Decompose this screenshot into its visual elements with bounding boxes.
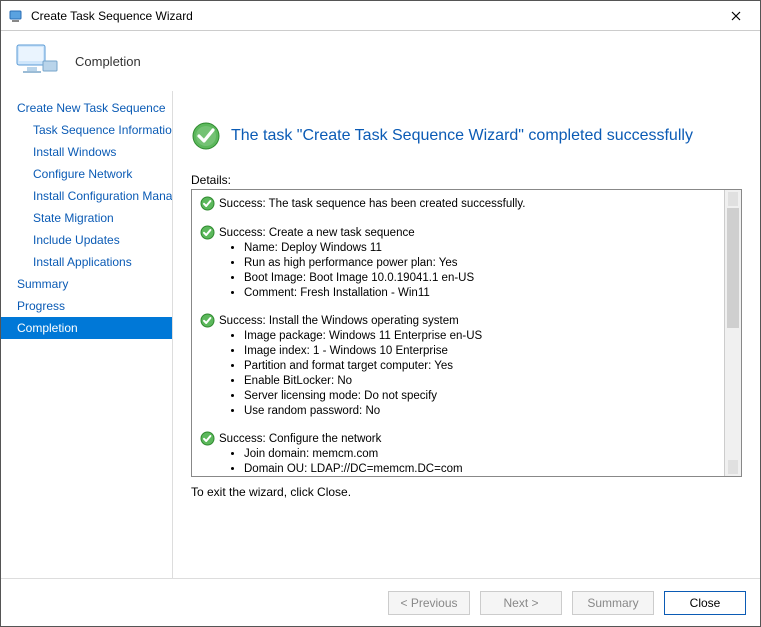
details-label: Details:: [191, 173, 742, 187]
summary-button[interactable]: Summary: [572, 591, 654, 615]
details-content: Success: The task sequence has been crea…: [192, 190, 724, 476]
sidebar-step[interactable]: Task Sequence Information: [1, 119, 172, 141]
details-scrollbar[interactable]: [724, 190, 741, 476]
sidebar-step[interactable]: Install Windows: [1, 141, 172, 163]
wizard-body: Create New Task SequenceTask Sequence In…: [1, 91, 760, 578]
details-block-items: Image package: Windows 11 Enterprise en-…: [200, 329, 720, 419]
details-block-title: Success: Install the Windows operating s…: [219, 315, 459, 327]
details-item: Image index: 1 - Windows 10 Enterprise: [244, 344, 720, 359]
details-item: Partition and format target computer: Ye…: [244, 359, 720, 374]
completion-header-icon: [13, 41, 61, 81]
sidebar-step[interactable]: Install Applications: [1, 251, 172, 273]
titlebar: Create Task Sequence Wizard: [1, 1, 760, 31]
details-item: Join domain: memcm.com: [244, 447, 720, 462]
details-item: Image package: Windows 11 Enterprise en-…: [244, 329, 720, 344]
sidebar-step[interactable]: State Migration: [1, 207, 172, 229]
success-check-icon: [191, 121, 221, 151]
details-block-items: Join domain: memcm.comDomain OU: LDAP://…: [200, 447, 720, 476]
close-icon: [731, 11, 741, 21]
sidebar-step[interactable]: Summary: [1, 273, 172, 295]
app-icon: [9, 8, 25, 24]
sidebar-step[interactable]: Progress: [1, 295, 172, 317]
next-button[interactable]: Next >: [480, 591, 562, 615]
sidebar-step[interactable]: Completion: [1, 317, 172, 339]
details-block-title: Success: Configure the network: [219, 433, 381, 445]
wizard-footer: < Previous Next > Summary Close: [1, 578, 760, 626]
wizard-header: Completion: [1, 31, 760, 91]
window-close-button[interactable]: [716, 2, 756, 30]
page-title: Completion: [75, 54, 141, 69]
details-item: Run as high performance power plan: Yes: [244, 256, 720, 271]
success-check-icon: [200, 196, 215, 211]
details-item: Boot Image: Boot Image 10.0.19041.1 en-U…: [244, 271, 720, 286]
success-check-icon: [200, 431, 215, 446]
completion-heading: The task "Create Task Sequence Wizard" c…: [231, 127, 693, 145]
success-check-icon: [200, 225, 215, 240]
success-check-icon: [200, 313, 215, 328]
window-title: Create Task Sequence Wizard: [31, 9, 716, 23]
details-block-items: Name: Deploy Windows 11Run as high perfo…: [200, 241, 720, 301]
scrollbar-thumb[interactable]: [727, 208, 739, 328]
details-block-title: Success: The task sequence has been crea…: [219, 198, 525, 210]
sidebar-steps: Create New Task SequenceTask Sequence In…: [1, 91, 173, 578]
details-item: Name: Deploy Windows 11: [244, 241, 720, 256]
completion-heading-row: The task "Create Task Sequence Wizard" c…: [191, 121, 742, 151]
close-button[interactable]: Close: [664, 591, 746, 615]
exit-hint-text: To exit the wizard, click Close.: [191, 485, 742, 499]
details-item: Server licensing mode: Do not specify: [244, 389, 720, 404]
details-item: Comment: Fresh Installation - Win11: [244, 286, 720, 301]
details-block: Success: Create a new task sequence Name:…: [200, 225, 720, 301]
sidebar-step[interactable]: Configure Network: [1, 163, 172, 185]
sidebar-step[interactable]: Create New Task Sequence: [1, 97, 172, 119]
details-block-title: Success: Create a new task sequence: [219, 227, 415, 239]
details-block: Success: Install the Windows operating s…: [200, 313, 720, 419]
sidebar-step[interactable]: Install Configuration Manager: [1, 185, 172, 207]
previous-button[interactable]: < Previous: [388, 591, 470, 615]
details-item: Use random password: No: [244, 404, 720, 419]
details-block: Success: Configure the network Join domai…: [200, 431, 720, 476]
details-item: Domain OU: LDAP://DC=memcm.DC=com: [244, 462, 720, 476]
details-item: Enable BitLocker: No: [244, 374, 720, 389]
sidebar-step[interactable]: Include Updates: [1, 229, 172, 251]
wizard-window: Create Task Sequence Wizard Completion C…: [0, 0, 761, 627]
content-panel: The task "Create Task Sequence Wizard" c…: [173, 91, 760, 578]
details-box: Success: The task sequence has been crea…: [191, 189, 742, 477]
details-block: Success: The task sequence has been crea…: [200, 196, 720, 211]
